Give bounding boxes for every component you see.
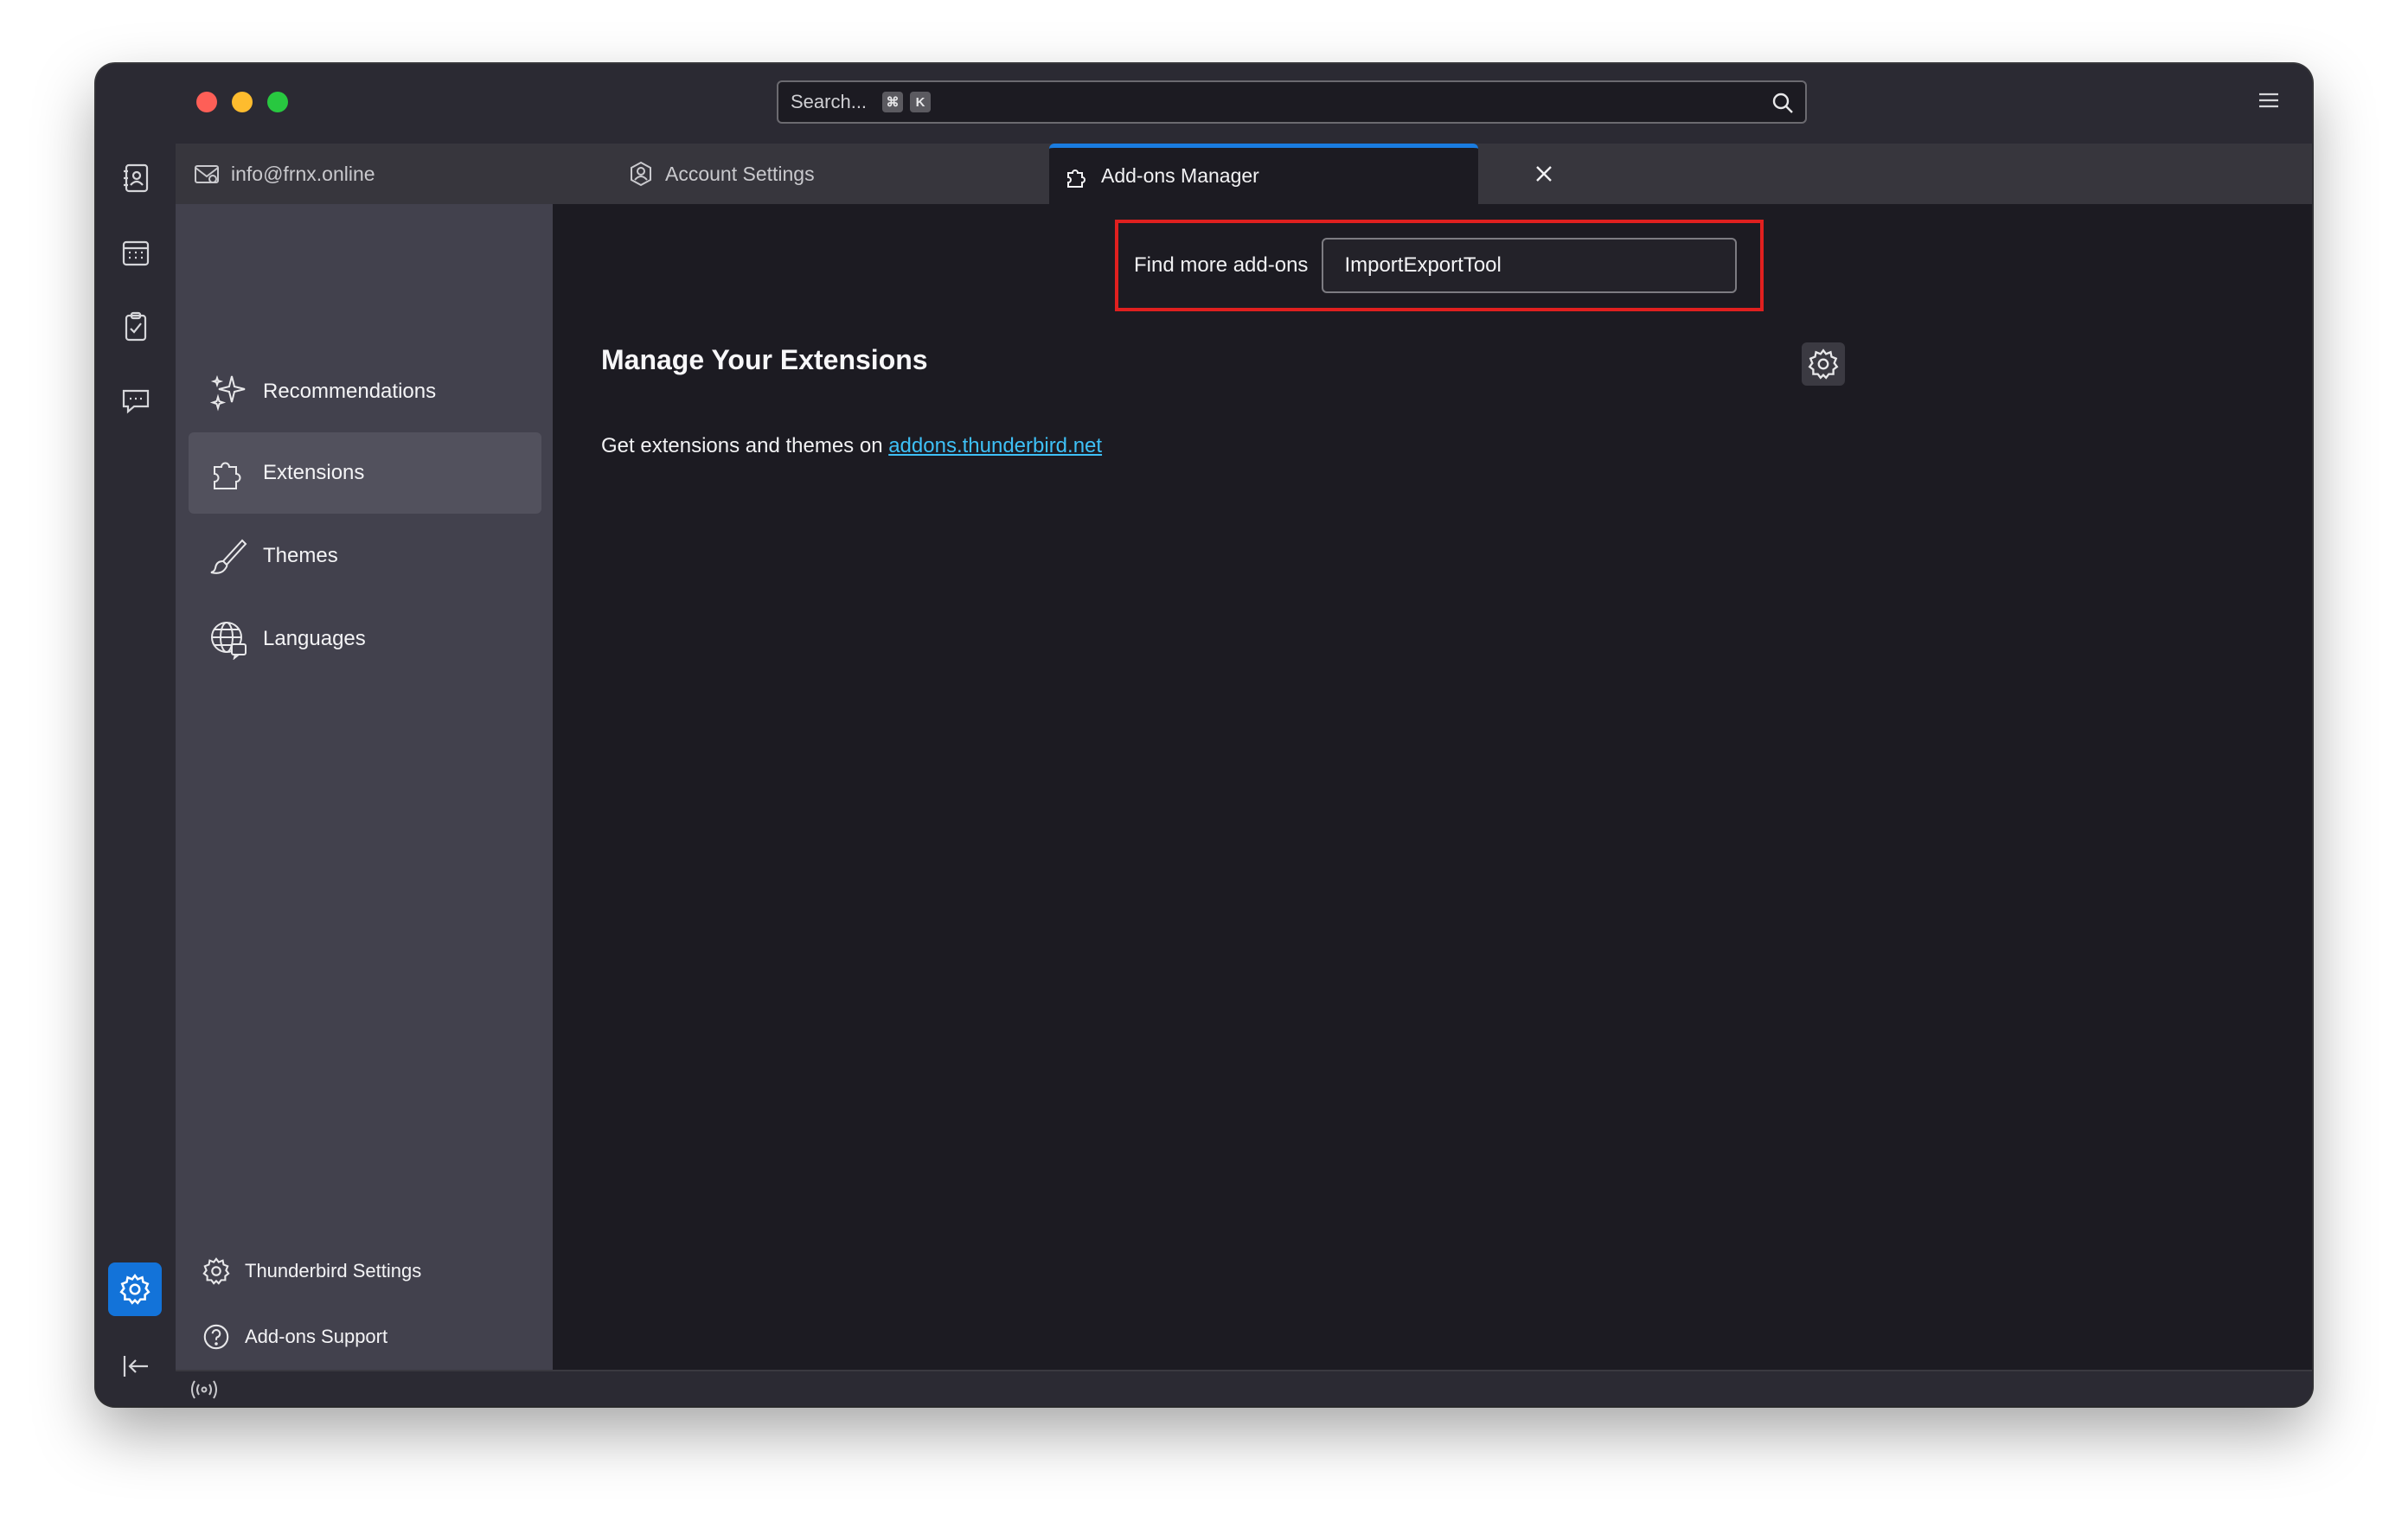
category-themes[interactable]: Themes <box>189 515 541 597</box>
find-addons-label: Find more add-ons <box>1134 253 1309 277</box>
close-tab-button[interactable] <box>1529 159 1559 189</box>
help-icon <box>203 1324 229 1350</box>
globe-icon <box>211 622 247 660</box>
tab-label: Add-ons Manager <box>1101 164 1259 187</box>
footer-link-label: Add-ons Support <box>245 1326 388 1347</box>
addons-tools-button[interactable] <box>1802 342 1845 386</box>
page-title: Manage Your Extensions <box>601 344 928 375</box>
online-status-icon[interactable] <box>189 1377 219 1403</box>
category-recommendations[interactable]: Recommendations <box>189 351 541 432</box>
get-extensions-text: Get extensions and themes on addons.thun… <box>601 434 1102 458</box>
sparkle-icon <box>209 374 246 412</box>
addons-support-link[interactable]: Add-ons Support <box>202 1318 387 1356</box>
addons-site-link[interactable]: addons.thunderbird.net <box>888 434 1102 457</box>
puzzle-icon <box>1067 169 1086 188</box>
zoom-window-button[interactable] <box>267 92 288 112</box>
tab-mail[interactable]: info@frnx.online <box>193 144 608 204</box>
minimize-window-button[interactable] <box>232 92 253 112</box>
account-settings-icon <box>631 161 651 187</box>
addons-categories-sidebar: Recommendations Extensions Themes Langua… <box>176 204 553 1370</box>
status-bar <box>176 1370 2312 1406</box>
addons-main-content: Find more add-ons ImportExportTool Manag… <box>553 204 2312 1370</box>
search-icon[interactable] <box>1771 91 1795 115</box>
title-bar: Search... ⌘ K <box>96 64 2312 144</box>
tab-strip: info@frnx.online Account Settings Add-on… <box>176 144 2312 204</box>
spaces-toolbar <box>96 64 176 1406</box>
app-menu-icon[interactable] <box>2257 88 2281 112</box>
close-window-button[interactable] <box>196 92 217 112</box>
calendar-icon[interactable] <box>117 233 155 272</box>
tab-label: info@frnx.online <box>231 162 375 185</box>
mail-icon <box>195 165 219 183</box>
tab-account-settings[interactable]: Account Settings <box>627 144 1042 204</box>
find-addons-highlight: Find more add-ons ImportExportTool <box>1115 220 1764 311</box>
gear-icon <box>1808 348 1839 380</box>
category-languages[interactable]: Languages <box>189 598 541 680</box>
settings-icon[interactable] <box>108 1262 162 1316</box>
app-window: Search... ⌘ K info@frnx.online Account S… <box>96 64 2312 1406</box>
find-addons-input[interactable]: ImportExportTool <box>1322 238 1738 293</box>
address-book-icon[interactable] <box>117 159 155 197</box>
shortcut-key-cmd: ⌘ <box>882 92 904 112</box>
gear-icon <box>202 1257 230 1285</box>
category-extensions[interactable]: Extensions <box>189 432 541 514</box>
category-label: Recommendations <box>263 380 437 403</box>
category-label: Languages <box>263 627 366 650</box>
tasks-icon[interactable] <box>117 308 155 346</box>
close-icon <box>1536 166 1552 182</box>
global-search-input[interactable]: Search... ⌘ K <box>777 80 1807 124</box>
footer-link-label: Thunderbird Settings <box>245 1260 422 1282</box>
chat-icon[interactable] <box>117 382 155 420</box>
tab-addons-manager[interactable]: Add-ons Manager <box>1049 144 1478 204</box>
puzzle-icon <box>214 462 241 489</box>
category-label: Themes <box>263 544 338 567</box>
brush-icon <box>210 539 247 574</box>
find-addons-value: ImportExportTool <box>1344 253 1502 277</box>
category-label: Extensions <box>263 461 365 484</box>
info-prefix: Get extensions and themes on <box>601 434 889 457</box>
thunderbird-settings-link[interactable]: Thunderbird Settings <box>202 1252 421 1290</box>
collapse-icon[interactable] <box>117 1347 155 1385</box>
shortcut-key-k: K <box>910 92 932 112</box>
search-placeholder: Search... <box>791 91 868 112</box>
tab-label: Account Settings <box>665 162 815 185</box>
